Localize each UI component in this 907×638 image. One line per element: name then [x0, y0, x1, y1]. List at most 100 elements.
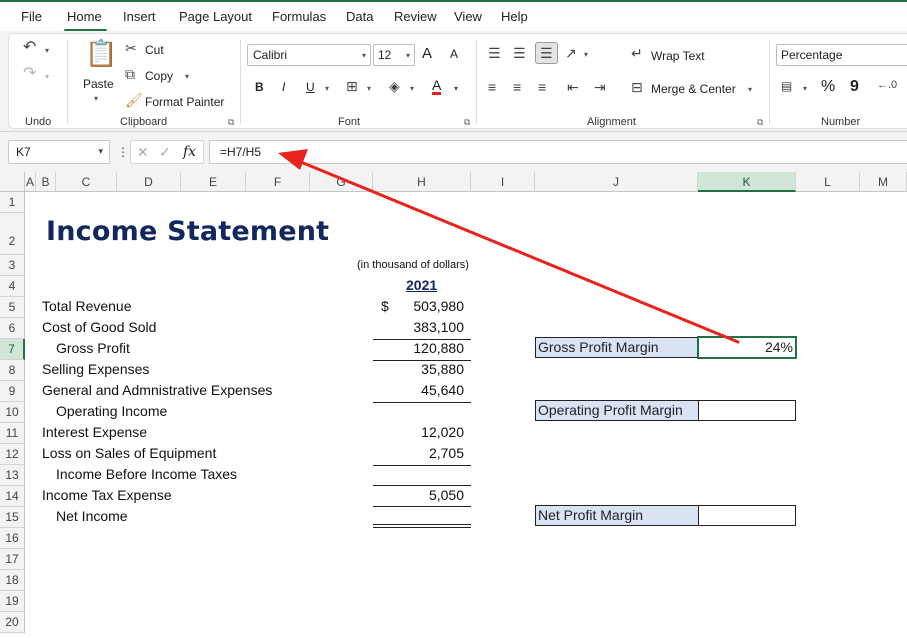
- row-header[interactable]: 8: [0, 360, 25, 381]
- column-header-g[interactable]: G: [310, 172, 373, 192]
- bold-button[interactable]: B: [255, 80, 264, 94]
- align-left-icon[interactable]: ≡: [488, 80, 496, 94]
- worksheet-grid[interactable]: A B C D E F G H I J K L M 1 2 3 4 5 6 7 …: [0, 172, 907, 638]
- orientation-icon[interactable]: ↗: [565, 46, 577, 60]
- column-header-f[interactable]: F: [246, 172, 310, 192]
- column-header-a[interactable]: A: [25, 172, 36, 192]
- font-launcher-icon[interactable]: ⧉: [464, 117, 470, 128]
- enter-icon[interactable]: ✓: [159, 145, 171, 159]
- ratio-value[interactable]: [698, 400, 796, 421]
- row-header[interactable]: 1: [0, 192, 25, 213]
- undo-icon[interactable]: ↶: [23, 40, 36, 56]
- ratio-label[interactable]: Net Profit Margin: [535, 505, 699, 526]
- column-header-e[interactable]: E: [181, 172, 246, 192]
- row-header[interactable]: 3: [0, 255, 25, 276]
- align-right-icon[interactable]: ≡: [538, 80, 546, 94]
- fill-color-icon[interactable]: ◈: [389, 79, 400, 93]
- font-color-button[interactable]: A: [432, 78, 442, 95]
- column-header-l[interactable]: L: [796, 172, 860, 192]
- accounting-format-icon[interactable]: ▤: [781, 80, 792, 92]
- paste-icon[interactable]: 📋: [85, 40, 117, 66]
- decrease-indent-icon[interactable]: ⇤: [567, 80, 579, 94]
- row-header[interactable]: 10: [0, 402, 25, 423]
- row-header[interactable]: 4: [0, 276, 25, 297]
- merge-center-button[interactable]: Merge & Center: [651, 82, 736, 96]
- row-header[interactable]: 19: [0, 591, 25, 612]
- wrap-text-button[interactable]: Wrap Text: [651, 49, 705, 63]
- menu-review[interactable]: Review: [394, 9, 437, 24]
- underline-button[interactable]: U: [306, 80, 315, 94]
- column-header-b[interactable]: B: [36, 172, 56, 192]
- cut-button[interactable]: Cut: [145, 43, 164, 57]
- copy-dropdown-icon[interactable]: ▾: [185, 72, 189, 81]
- row-header[interactable]: 11: [0, 423, 25, 444]
- format-painter-button[interactable]: Format Painter: [145, 95, 224, 109]
- align-center-icon[interactable]: ≡: [513, 80, 521, 94]
- grow-font-button[interactable]: A: [422, 45, 432, 62]
- number-format-select[interactable]: Percentage: [776, 44, 907, 66]
- undo-dropdown-icon[interactable]: ▾: [45, 46, 49, 55]
- row-header[interactable]: 5: [0, 297, 25, 318]
- paste-button[interactable]: Paste: [83, 77, 114, 91]
- merge-center-icon[interactable]: ⊟: [631, 80, 643, 94]
- copy-icon[interactable]: ⧉: [125, 67, 135, 81]
- menu-page-layout[interactable]: Page Layout: [179, 9, 252, 24]
- accounting-dropdown-icon[interactable]: ▾: [803, 84, 807, 93]
- column-header-h[interactable]: H: [373, 172, 471, 192]
- menu-insert[interactable]: Insert: [123, 9, 156, 24]
- column-header-d[interactable]: D: [117, 172, 181, 192]
- row-header[interactable]: 2: [0, 213, 25, 255]
- cut-icon[interactable]: ✂: [125, 41, 137, 55]
- row-header[interactable]: 17: [0, 549, 25, 570]
- name-box[interactable]: K7 ▾: [8, 140, 110, 164]
- increase-decimal-icon[interactable]: ←.0: [877, 80, 897, 91]
- clipboard-launcher-icon[interactable]: ⧉: [228, 117, 234, 128]
- menu-formulas[interactable]: Formulas: [272, 9, 326, 24]
- shrink-font-button[interactable]: A: [450, 47, 458, 61]
- row-header[interactable]: 9: [0, 381, 25, 402]
- copy-button[interactable]: Copy: [145, 69, 173, 83]
- select-all-corner[interactable]: [0, 172, 25, 192]
- borders-icon[interactable]: ⊞: [346, 79, 358, 93]
- underline-dropdown-icon[interactable]: ▾: [325, 84, 329, 93]
- font-color-dropdown-icon[interactable]: ▾: [454, 84, 458, 93]
- row-header[interactable]: 15: [0, 507, 25, 528]
- redo-dropdown-icon[interactable]: ▾: [45, 72, 49, 81]
- row-header[interactable]: 18: [0, 570, 25, 591]
- orientation-dropdown-icon[interactable]: ▾: [584, 50, 588, 59]
- row-header[interactable]: 14: [0, 486, 25, 507]
- row-header[interactable]: 16: [0, 528, 25, 549]
- font-size-select[interactable]: 12 ▾: [373, 44, 415, 66]
- format-painter-icon[interactable]: 🖌: [125, 93, 143, 107]
- ratio-label[interactable]: Operating Profit Margin: [535, 400, 699, 421]
- column-header-i[interactable]: I: [471, 172, 535, 192]
- align-top-icon[interactable]: ☰: [488, 46, 501, 60]
- formula-input[interactable]: =H7/H5: [209, 140, 907, 164]
- increase-indent-icon[interactable]: ⇥: [594, 80, 606, 94]
- merge-dropdown-icon[interactable]: ▾: [748, 85, 752, 94]
- insert-function-button[interactable]: fx: [183, 144, 196, 160]
- row-header[interactable]: 13: [0, 465, 25, 486]
- wrap-text-icon[interactable]: ↵: [631, 46, 643, 60]
- italic-button[interactable]: I: [282, 80, 285, 94]
- borders-dropdown-icon[interactable]: ▾: [367, 84, 371, 93]
- column-header-k[interactable]: K: [698, 172, 796, 192]
- cancel-icon[interactable]: ✕: [137, 145, 149, 159]
- row-header[interactable]: 12: [0, 444, 25, 465]
- column-header-c[interactable]: C: [56, 172, 117, 192]
- row-header[interactable]: 6: [0, 318, 25, 339]
- alignment-launcher-icon[interactable]: ⧉: [757, 117, 763, 128]
- comma-style-button[interactable]: 9: [850, 78, 859, 96]
- menu-data[interactable]: Data: [346, 9, 373, 24]
- column-header-m[interactable]: M: [860, 172, 907, 192]
- ratio-label[interactable]: Gross Profit Margin: [535, 337, 699, 358]
- align-middle-icon[interactable]: ☰: [513, 46, 526, 60]
- align-bottom-icon[interactable]: ☰: [535, 42, 558, 64]
- column-header-j[interactable]: J: [535, 172, 698, 192]
- percent-style-button[interactable]: %: [821, 78, 835, 96]
- redo-icon[interactable]: ↷: [23, 66, 36, 82]
- row-header[interactable]: 20: [0, 612, 25, 633]
- ratio-value[interactable]: [698, 505, 796, 526]
- menu-file[interactable]: File: [21, 9, 42, 24]
- paste-dropdown-icon[interactable]: ▾: [94, 94, 98, 103]
